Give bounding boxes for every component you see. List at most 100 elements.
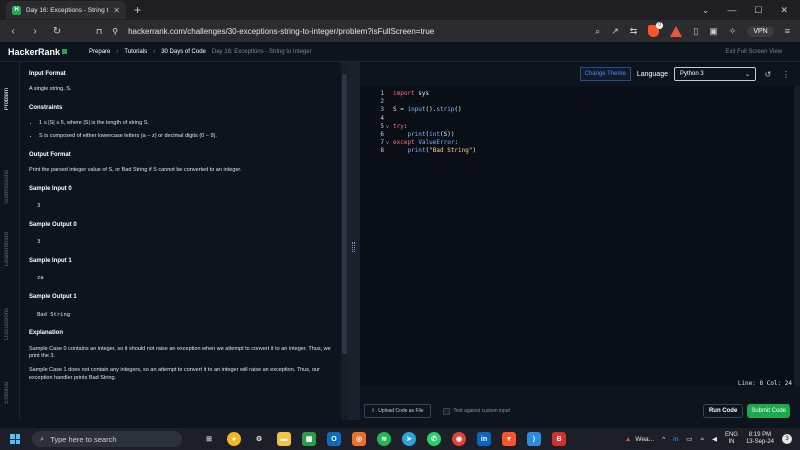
code-line[interactable]: 1 import sys (360, 90, 794, 98)
wallet-icon[interactable]: ▣ (709, 26, 718, 37)
file-explorer-icon[interactable]: ▬ (277, 432, 291, 446)
language-select[interactable]: Python 3 ⌄ (674, 67, 756, 81)
spotify-icon[interactable]: ≋ (377, 432, 391, 446)
problem-statement: Input Format A single string, S. Constra… (21, 62, 341, 420)
sample-output-1: Bad String (37, 311, 71, 318)
minimize-icon[interactable]: — (727, 5, 736, 16)
clock-time: 8:19 PM (748, 431, 772, 438)
sidebar-icon[interactable]: ▯ (693, 26, 698, 37)
code-line[interactable]: 3 S = input().strip() (360, 106, 794, 114)
menu-icon[interactable]: ≡ (785, 26, 790, 36)
tray-chevron-icon[interactable]: ^ (662, 436, 665, 443)
explanation-text-2: Sample Case 1 does not contain any integ… (29, 367, 320, 381)
editor-bottom-bar: ⇪ Upload Code as File Test against custo… (360, 400, 800, 422)
clock[interactable]: 8:19 PM 13-Sep-24 (746, 432, 774, 447)
code-line[interactable]: 7 v except ValueError: (360, 139, 794, 147)
windows-start-icon[interactable] (10, 434, 20, 444)
tab-submissions[interactable]: Submissions (4, 170, 16, 204)
url-field[interactable]: ⊓ ⚲ hackerrank.com/challenges/30-excepti… (96, 27, 434, 36)
tray-linkedin-icon[interactable]: in (673, 436, 678, 443)
weather-warning-icon: ▲ (624, 435, 632, 443)
code-text: except ValueError: (393, 139, 459, 147)
brave-rewards-icon[interactable] (670, 25, 683, 37)
close-window-icon[interactable]: ✕ (780, 5, 788, 16)
code-line[interactable]: 8 print("Bad String") (360, 147, 794, 155)
maximize-icon[interactable]: ☐ (754, 5, 762, 16)
leo-icon[interactable]: ✧ (729, 26, 737, 37)
code-line[interactable]: 2 (360, 98, 794, 106)
weather-widget[interactable]: ▲ Wea... (625, 436, 654, 443)
app-orange-icon[interactable]: ◎ (352, 432, 366, 446)
tab-editorial[interactable]: Editorial (4, 382, 16, 404)
search-icon: ⌕ (40, 434, 45, 443)
chrome-icon[interactable]: ◉ (452, 432, 466, 446)
share-icon[interactable]: ↗ (611, 26, 619, 37)
bookmark-icon[interactable]: ⊓ (96, 27, 102, 36)
editor-scrollbar[interactable] (794, 86, 800, 386)
explanation-text-1: Sample Case 0 contains an integer, so it… (29, 345, 331, 360)
fold-chevron-icon[interactable]: v (386, 139, 389, 147)
change-theme-button[interactable]: Change Theme (579, 67, 631, 81)
custom-input-checkbox-row[interactable]: Test against custom input (442, 407, 510, 415)
explanation-title: Explanation (29, 330, 64, 337)
problem-sidenav: Problem Submissions Leaderboard Discussi… (0, 62, 20, 420)
code-line[interactable]: 6 print(int(S)) (360, 131, 794, 139)
notifications-icon[interactable]: 3 (782, 434, 792, 444)
app-b-icon[interactable]: B (552, 432, 566, 446)
site-settings-icon[interactable]: ⚲ (112, 27, 118, 36)
more-options-icon[interactable]: ⋮ (780, 70, 792, 79)
search-icon[interactable]: ⌕ (595, 26, 600, 37)
whatsapp-icon[interactable]: ✆ (427, 432, 441, 446)
upload-code-button[interactable]: ⇪ Upload Code as File (364, 404, 431, 418)
back-icon[interactable]: ‹ (4, 26, 22, 37)
translate-icon[interactable]: ⇆ (630, 26, 638, 37)
taskbar-search[interactable]: ⌕ Type here to search (32, 431, 182, 447)
language-indicator[interactable]: ENG IN (725, 432, 738, 447)
submit-code-button[interactable]: Submit Code (747, 404, 790, 418)
tab-discussions[interactable]: Discussions (4, 308, 16, 340)
breadcrumb-30-days[interactable]: 30 Days of Code (161, 49, 206, 55)
tab-problem[interactable]: Problem (4, 88, 16, 110)
window-controls: ⌄ — ☐ ✕ (702, 5, 800, 16)
sample-input-0-title: Sample Input 0 (29, 185, 72, 192)
brave-icon[interactable]: ▼ (502, 432, 516, 446)
linkedin-icon[interactable]: in (477, 432, 491, 446)
run-code-button[interactable]: Run Code (702, 404, 744, 418)
fold-chevron-icon[interactable]: v (386, 123, 389, 131)
shield-count-badge: 0 (656, 22, 664, 29)
browser-tab[interactable]: H Day 16: Exceptions - String to I ✕ (6, 1, 126, 19)
code-editor[interactable]: 1 import sys 2 3 S = input().strip() 4 5 v try: 6… (360, 86, 794, 386)
forward-icon[interactable]: › (26, 26, 44, 37)
task-view-icon[interactable]: ⊞ (202, 432, 216, 446)
new-tab-icon[interactable]: + (134, 3, 141, 17)
breadcrumb-tutorials[interactable]: Tutorials (124, 49, 147, 55)
problem-scrollbar-thumb[interactable] (342, 74, 347, 354)
wifi-icon[interactable]: ≈ (700, 436, 704, 443)
tab-leaderboard[interactable]: Leaderboard (4, 232, 16, 266)
reset-code-icon[interactable]: ↺ (762, 70, 774, 79)
settings-gear-icon[interactable]: ⚙ (252, 432, 266, 446)
drag-grip-icon (352, 242, 355, 252)
hackerrank-logo[interactable]: HackerRank (8, 47, 68, 57)
tab-list-icon[interactable]: ⌄ (702, 5, 710, 16)
close-tab-icon[interactable]: ✕ (113, 6, 120, 15)
custom-input-checkbox[interactable] (442, 407, 450, 415)
code-line[interactable]: 5 v try: (360, 123, 794, 131)
brave-shield-icon[interactable]: 0 (648, 22, 664, 37)
reload-icon[interactable]: ↻ (48, 26, 66, 37)
problem-scrollbar[interactable] (341, 62, 348, 420)
volume-icon[interactable]: ◀ (712, 435, 717, 443)
vpn-button[interactable]: VPN (747, 25, 774, 37)
sample-input-1: za (37, 275, 44, 282)
pane-resize-handle[interactable] (348, 62, 360, 420)
telegram-icon[interactable]: ➤ (402, 432, 416, 446)
breadcrumb-prepare[interactable]: Prepare (89, 49, 110, 55)
store-icon[interactable]: ▦ (302, 432, 316, 446)
vscode-icon[interactable]: ⟩ (527, 432, 541, 446)
exit-fullscreen-link[interactable]: Exit Full Screen View (725, 49, 782, 55)
breadcrumb-separator-icon: › (116, 48, 119, 55)
tray-network-icon[interactable]: ▭ (686, 435, 692, 443)
outlook-icon[interactable]: O (327, 432, 341, 446)
code-line[interactable]: 4 (360, 115, 794, 123)
widgets-icon[interactable]: ● (227, 432, 241, 446)
